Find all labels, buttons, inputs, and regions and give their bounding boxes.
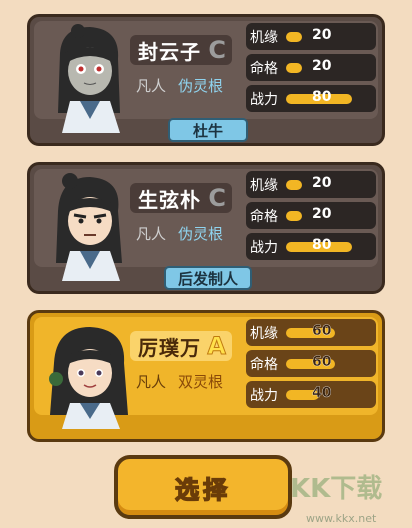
cultivation-rank: 凡人 xyxy=(136,373,167,391)
stat-value: 20 xyxy=(312,206,332,222)
stat-row-destiny: 命格 20 xyxy=(246,54,376,81)
stat-label: 机缘 xyxy=(250,29,278,46)
character-card-2[interactable]: 生弦朴 C 凡人 伪灵根 机缘 20 命格 20 战力 80 后发制人 xyxy=(27,162,385,294)
spirit-root: 伪灵根 xyxy=(178,225,224,243)
cultivation-rank: 凡人 xyxy=(136,77,167,95)
stat-row-destiny: 命格 60 xyxy=(246,350,376,377)
stat-bar xyxy=(286,32,303,42)
stat-label: 命格 xyxy=(250,356,278,373)
stat-value: 80 xyxy=(312,89,332,105)
select-button[interactable]: 选择 xyxy=(114,455,292,519)
character-portrait xyxy=(49,327,128,429)
stat-label: 战力 xyxy=(250,239,278,256)
grade-badge: C xyxy=(208,36,226,64)
character-portrait xyxy=(58,24,120,133)
stat-value: 20 xyxy=(312,27,332,43)
character-tags: 凡人 双灵根 xyxy=(136,371,223,392)
stat-row-power: 战力 40 xyxy=(246,381,376,408)
character-name: 厉璞万 xyxy=(138,335,201,360)
character-tags: 凡人 伪灵根 xyxy=(136,223,223,244)
grade-badge: A xyxy=(207,332,227,361)
character-name: 封云子 xyxy=(138,39,201,64)
character-name-box: 厉璞万 A xyxy=(130,331,232,361)
trait-badge: 后发制人 xyxy=(164,266,252,290)
trait-badge: 杜牛 xyxy=(168,118,248,142)
grade-badge: C xyxy=(208,184,226,212)
stat-bar xyxy=(286,211,303,221)
stat-row-fortune: 机缘 20 xyxy=(246,23,376,50)
character-name: 生弦朴 xyxy=(138,187,201,212)
stat-list: 机缘 20 命格 20 战力 80 xyxy=(246,23,376,116)
stat-label: 命格 xyxy=(250,208,278,225)
stat-label: 战力 xyxy=(250,91,278,108)
watermark-logo: KK下载 xyxy=(290,474,383,504)
stat-label: 命格 xyxy=(250,60,278,77)
character-card-3[interactable]: 厉璞万 A 凡人 双灵根 机缘 60 命格 60 战力 40 xyxy=(27,310,385,442)
stat-list: 机缘 20 命格 20 战力 80 xyxy=(246,171,376,264)
character-portrait xyxy=(56,173,122,281)
stat-row-power: 战力 80 xyxy=(246,233,376,260)
stat-row-fortune: 机缘 60 xyxy=(246,319,376,346)
watermark-url: www.kkx.net xyxy=(306,512,377,525)
stat-label: 机缘 xyxy=(250,325,278,342)
spirit-root: 伪灵根 xyxy=(178,77,224,95)
character-tags: 凡人 伪灵根 xyxy=(136,75,223,96)
character-name-box: 生弦朴 C xyxy=(130,183,232,213)
cultivation-rank: 凡人 xyxy=(136,225,167,243)
stat-row-power: 战力 80 xyxy=(246,85,376,112)
stat-value: 20 xyxy=(312,175,332,191)
spirit-root: 双灵根 xyxy=(178,373,224,391)
stat-value: 80 xyxy=(312,237,332,253)
character-card-1[interactable]: 封云子 C 凡人 伪灵根 机缘 20 命格 20 战力 80 杜牛 xyxy=(27,14,385,146)
stat-label: 战力 xyxy=(250,387,278,404)
stat-bar xyxy=(286,180,303,190)
stat-value: 40 xyxy=(312,385,332,401)
stat-value: 20 xyxy=(312,58,332,74)
stat-label: 机缘 xyxy=(250,177,278,194)
select-button-label: 选择 xyxy=(174,475,231,505)
character-name-box: 封云子 C xyxy=(130,35,232,65)
stat-value: 60 xyxy=(312,323,332,339)
stat-row-fortune: 机缘 20 xyxy=(246,171,376,198)
stat-value: 60 xyxy=(312,354,332,370)
stat-row-destiny: 命格 20 xyxy=(246,202,376,229)
stat-list: 机缘 60 命格 60 战力 40 xyxy=(246,319,376,412)
stat-bar xyxy=(286,63,303,73)
